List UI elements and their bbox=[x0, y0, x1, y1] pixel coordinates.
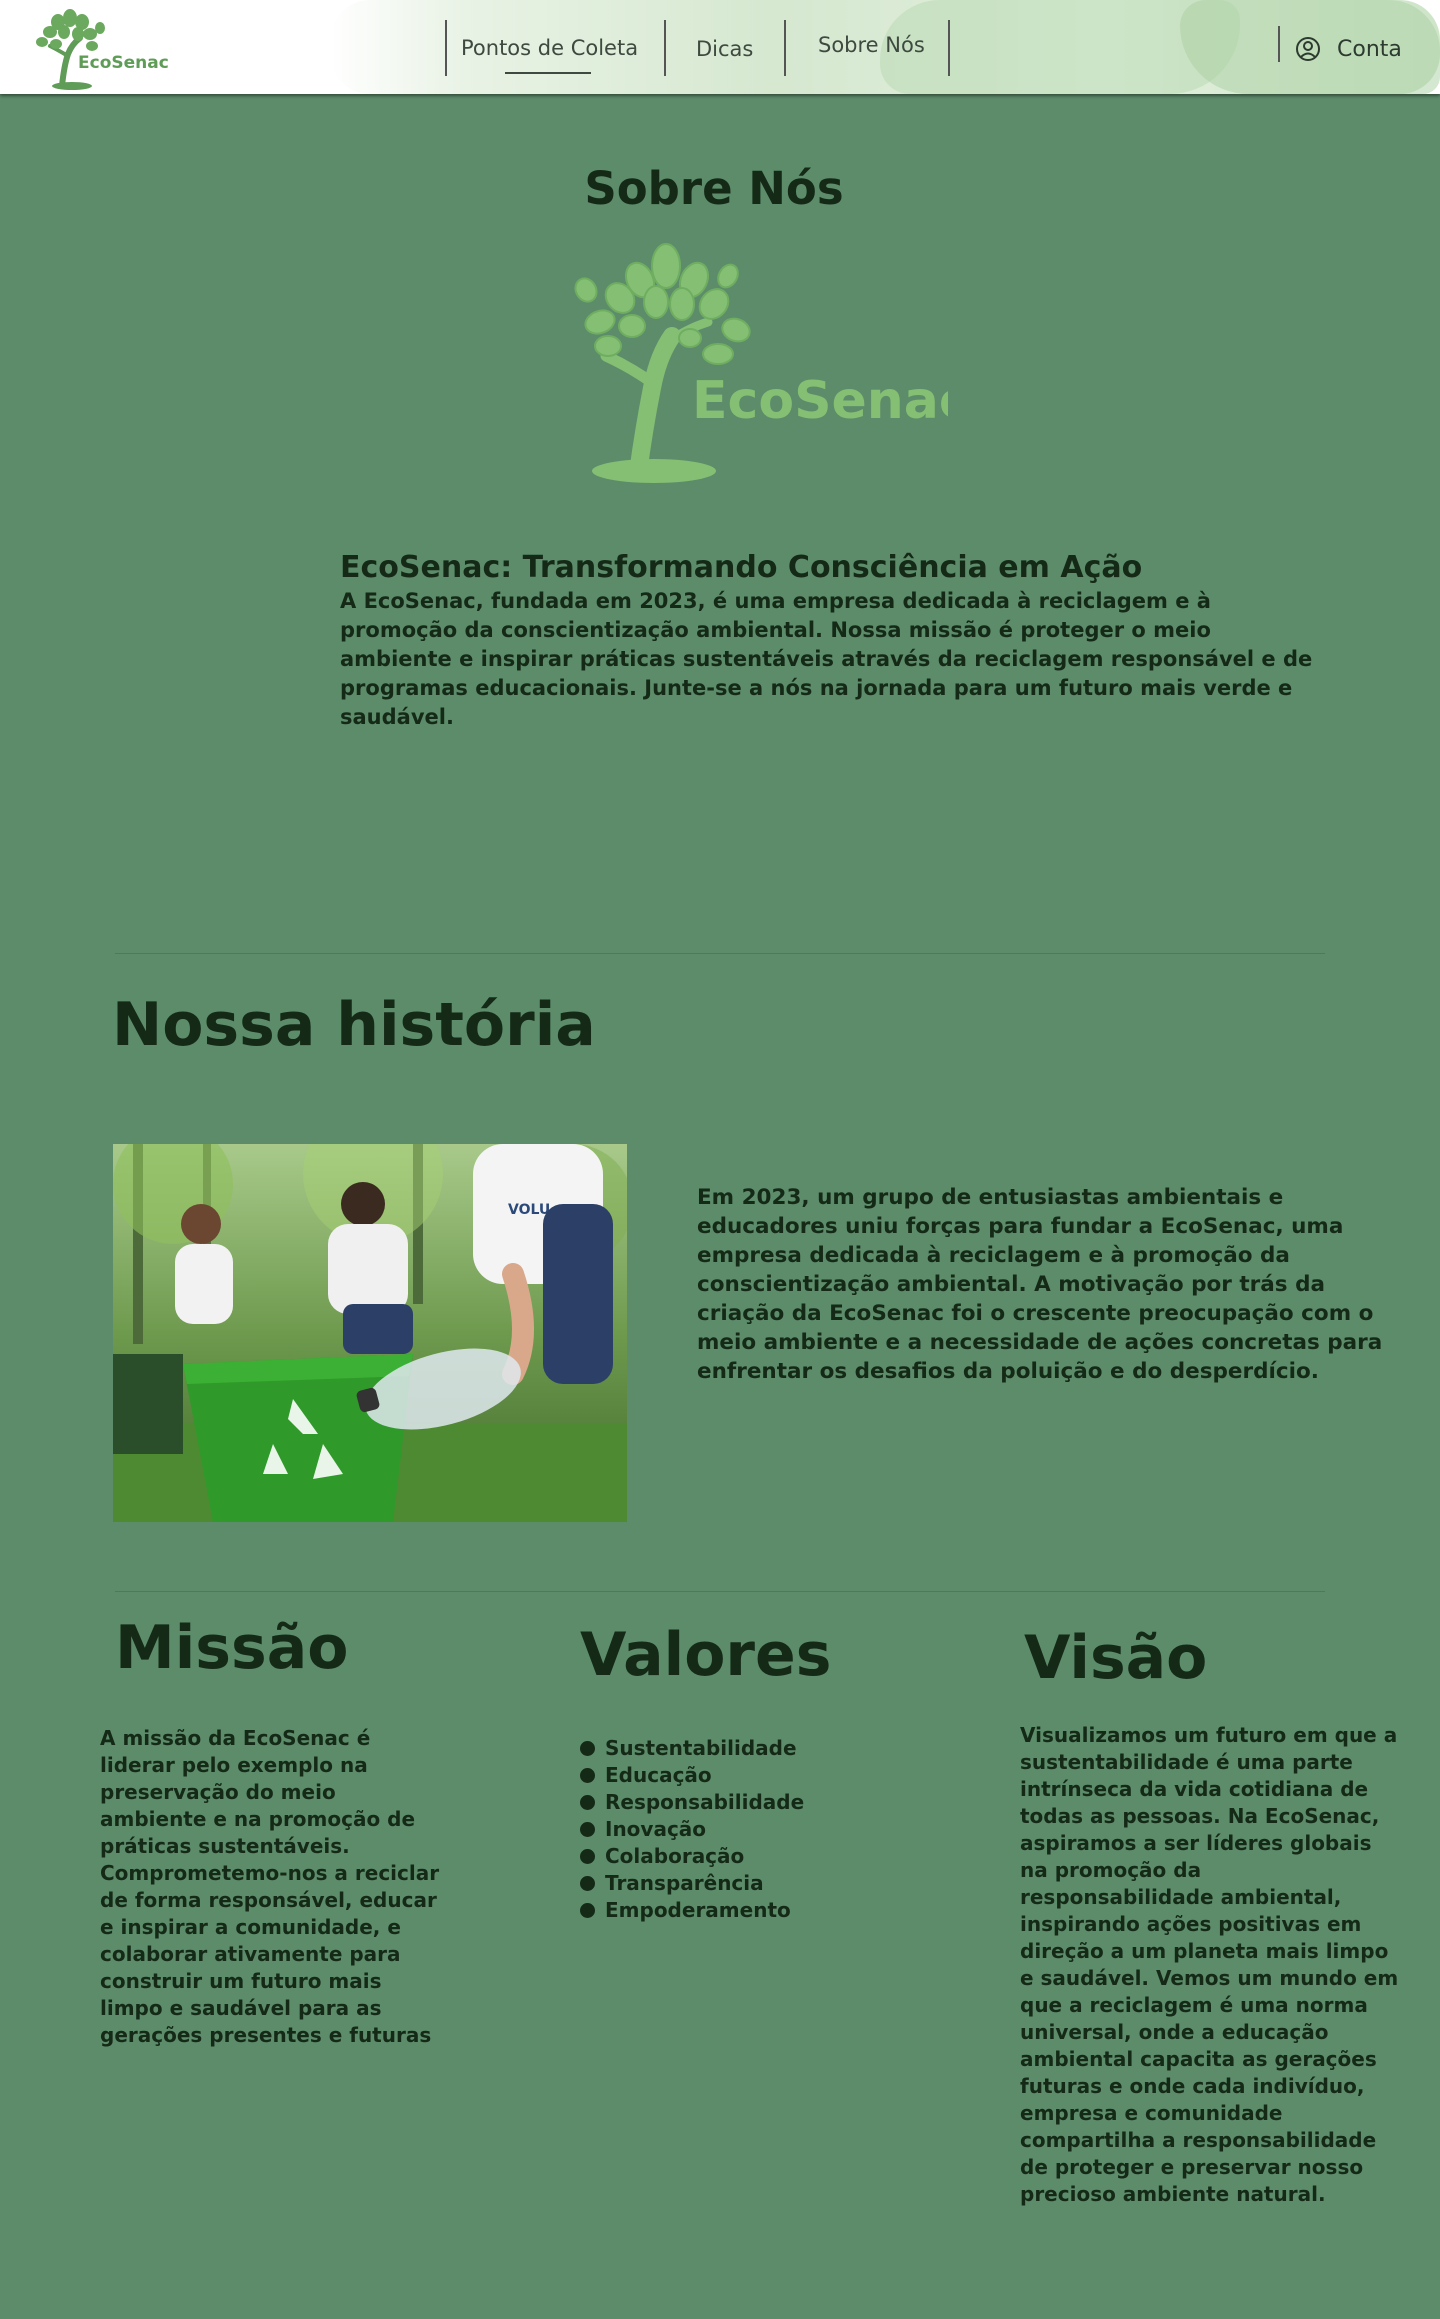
value-label: Empoderamento bbox=[605, 1898, 791, 1922]
history-text: Em 2023, um grupo de entusiastas ambient… bbox=[697, 1185, 1383, 1384]
nav-separator bbox=[445, 20, 447, 76]
recycling-volunteers-image: VOLU bbox=[113, 1144, 627, 1522]
bullet-icon bbox=[580, 1849, 595, 1864]
nav-separator bbox=[784, 20, 786, 76]
bullet-icon bbox=[580, 1795, 595, 1810]
nav-separator bbox=[948, 20, 950, 76]
list-item: Responsabilidade bbox=[580, 1789, 804, 1816]
value-label: Educação bbox=[605, 1763, 712, 1787]
bullet-icon bbox=[580, 1876, 595, 1891]
about-intro: EcoSenac: Transformando Consciência em A… bbox=[340, 549, 1320, 732]
section-divider bbox=[115, 1591, 1325, 1592]
mission-title: Missão bbox=[115, 1613, 349, 1683]
value-label: Inovação bbox=[605, 1817, 707, 1841]
account-button[interactable]: Conta bbox=[1295, 36, 1402, 62]
value-label: Responsabilidade bbox=[605, 1790, 805, 1814]
mission-text: A missão da EcoSenac é liderar pelo exem… bbox=[100, 1726, 440, 2047]
about-body: A EcoSenac, fundada em 2023, é uma empre… bbox=[340, 589, 1313, 729]
about-heading: EcoSenac: Transformando Consciência em A… bbox=[340, 550, 1143, 585]
nav-separator bbox=[664, 20, 666, 76]
logo-text: EcoSenac bbox=[692, 371, 948, 431]
history-title: Nossa história bbox=[112, 990, 596, 1060]
nav-separator bbox=[1278, 26, 1280, 62]
ecosenac-logo: EcoSenac bbox=[548, 238, 970, 490]
values-list: Sustentabilidade Educação Responsabilida… bbox=[580, 1735, 804, 1924]
list-item: Transparência bbox=[580, 1870, 804, 1897]
nav-sobre-nos[interactable]: Sobre Nós bbox=[818, 33, 925, 57]
tree-logo-icon: EcoSenac bbox=[574, 243, 970, 483]
bullet-icon bbox=[580, 1822, 595, 1837]
value-label: Sustentabilidade bbox=[605, 1736, 797, 1760]
main-nav: Pontos de Coleta Dicas Sobre Nós bbox=[0, 0, 1440, 94]
list-item: Sustentabilidade bbox=[580, 1735, 804, 1762]
list-item: Inovação bbox=[580, 1816, 804, 1843]
nav-active-underline bbox=[505, 72, 591, 74]
value-label: Colaboração bbox=[605, 1844, 745, 1868]
account-label: Conta bbox=[1337, 36, 1402, 62]
site-header: EcoSenac Pontos de Coleta Dicas Sobre Nó… bbox=[0, 0, 1440, 94]
vision-title: Visão bbox=[1024, 1623, 1208, 1693]
nav-dicas[interactable]: Dicas bbox=[696, 37, 753, 61]
list-item: Empoderamento bbox=[580, 1897, 804, 1924]
photo-vest-text: VOLU bbox=[508, 1202, 550, 1218]
bullet-icon bbox=[580, 1768, 595, 1783]
user-icon bbox=[1296, 37, 1320, 61]
list-item: Colaboração bbox=[580, 1843, 804, 1870]
value-label: Transparência bbox=[605, 1871, 764, 1895]
list-item: Educação bbox=[580, 1762, 804, 1789]
bullet-icon bbox=[580, 1741, 595, 1756]
vision-text: Visualizamos um futuro em que a sustenta… bbox=[1020, 1723, 1399, 2206]
bullet-icon bbox=[580, 1903, 595, 1918]
volunteers-recycling-photo: VOLU bbox=[113, 1144, 627, 1522]
section-divider bbox=[115, 953, 1325, 954]
page-title: Sobre Nós bbox=[584, 162, 844, 215]
nav-pontos-de-coleta[interactable]: Pontos de Coleta bbox=[461, 36, 638, 60]
values-title: Valores bbox=[580, 1620, 832, 1690]
